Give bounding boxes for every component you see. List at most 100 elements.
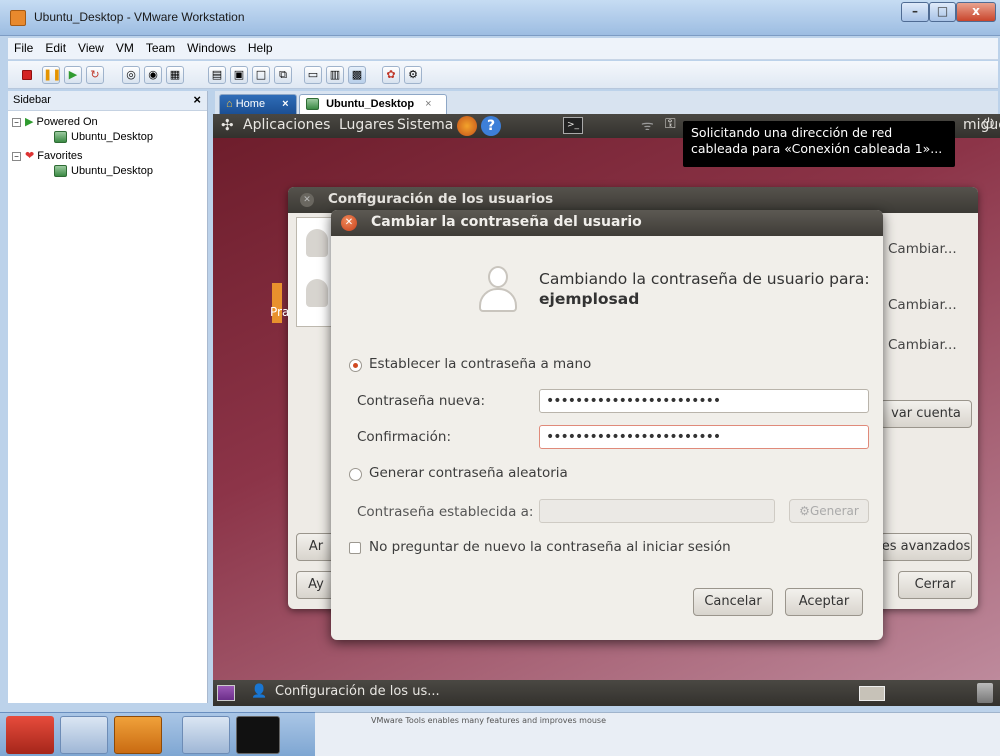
tab-close-icon[interactable]: × (425, 98, 431, 110)
network-icon[interactable]: ᯤ (641, 116, 654, 135)
power-icon[interactable]: ⏻ (983, 116, 994, 132)
dont-ask-checkbox[interactable] (349, 542, 361, 554)
tree-label: Ubuntu_Desktop (71, 165, 153, 177)
firefox-icon[interactable] (457, 116, 477, 136)
radio-random-password[interactable] (349, 468, 362, 481)
tree-powered-on[interactable]: − ▶ Powered On (12, 115, 98, 128)
tab-home[interactable]: ⌂ Home × (219, 94, 297, 114)
set-password-label: Contraseña establecida a: (357, 504, 534, 520)
menu-edit[interactable]: Edit (39, 38, 72, 58)
view-console-icon[interactable]: ▣ (230, 66, 248, 84)
view-fullscreen-icon[interactable]: □ (252, 66, 270, 84)
dialog-title: Cambiar la contraseña del usuario (371, 214, 642, 230)
collapse-icon[interactable]: − (12, 151, 21, 161)
new-password-field[interactable]: •••••••••••••••••••••••• (539, 389, 869, 413)
acrobat-taskbar-icon[interactable] (6, 716, 54, 754)
tab-close-icon[interactable]: × (282, 98, 288, 110)
user-avatar-icon (479, 266, 517, 312)
guest-screen[interactable]: ✣ Aplicaciones Lugares Sistema ? >_ ᯤ ⚿ … (213, 114, 1000, 706)
close-button[interactable]: x (956, 2, 996, 22)
play-icon[interactable]: ▶ (64, 66, 82, 84)
view-sidebar-icon[interactable]: ▤ (208, 66, 226, 84)
cancel-button[interactable]: Cancelar (693, 588, 773, 616)
play-icon: ▶ (25, 116, 34, 128)
vmware-tools-bar: VMware Tools enables many features and i… (315, 712, 1000, 756)
menu-system[interactable]: Sistema (397, 117, 453, 133)
change-link-3[interactable]: Cambiar... (888, 337, 957, 353)
vm-icon (54, 131, 67, 144)
collapse-icon[interactable]: − (12, 117, 21, 127)
view-summary-icon[interactable]: ▭ (304, 66, 322, 84)
radio-manual-password[interactable] (349, 359, 362, 372)
confirm-password-label: Confirmación: (357, 429, 452, 445)
trash-icon[interactable] (977, 683, 993, 703)
window-close-icon[interactable]: ✕ (300, 193, 314, 207)
menu-places[interactable]: Lugares (339, 117, 394, 133)
tooltip-line-2: cableada para «Conexión cableada 1»... (691, 141, 943, 156)
menu-team[interactable]: Team (140, 38, 181, 58)
radio-random-label: Generar contraseña aleatoria (369, 465, 568, 481)
sidebar: Sidebar × − ▶ Powered On Ubuntu_Desktop −… (8, 91, 208, 703)
tree-favorites[interactable]: − ❤ Favorites (12, 149, 83, 162)
tab-ubuntu-desktop[interactable]: Ubuntu_Desktop × (299, 94, 447, 114)
view-unity-icon[interactable]: ⧉ (274, 66, 292, 84)
menu-help[interactable]: Help (242, 38, 279, 58)
control-panel-taskbar-icon[interactable] (182, 716, 230, 754)
word-taskbar-icon[interactable] (60, 716, 108, 754)
help-button[interactable]: Ay (296, 571, 336, 599)
cmd-taskbar-icon[interactable] (236, 716, 280, 754)
close-window-button[interactable]: Cerrar (898, 571, 972, 599)
add-button[interactable]: Ar (296, 533, 336, 561)
sidebar-close-icon[interactable]: × (193, 92, 201, 107)
reset-icon[interactable]: ↻ (86, 66, 104, 84)
taskbar-window-label[interactable]: Configuración de los us... (275, 684, 440, 699)
menu-windows[interactable]: Windows (181, 38, 242, 58)
revert-snapshot-icon[interactable]: ◉ (144, 66, 162, 84)
tree-favorite-vm-item[interactable]: Ubuntu_Desktop (54, 165, 153, 178)
terminal-launcher-icon[interactable]: >_ (563, 117, 583, 134)
snapshot-manager-icon[interactable]: ▦ (166, 66, 184, 84)
vm-tools-icon[interactable]: ⚙ (404, 66, 422, 84)
menu-applications[interactable]: Aplicaciones (243, 117, 330, 133)
tree-vm-item[interactable]: Ubuntu_Desktop (54, 131, 153, 144)
menu-file[interactable]: File (8, 38, 39, 58)
menu-vm[interactable]: VM (110, 38, 140, 58)
help-icon[interactable]: ? (481, 116, 501, 136)
heart-icon: ❤ (25, 150, 35, 162)
window-title: Ubuntu_Desktop - VMware Workstation (34, 10, 245, 24)
view-appliance-icon[interactable]: ▥ (326, 66, 344, 84)
tree-label: Powered On (36, 116, 98, 128)
confirm-password-field[interactable]: •••••••••••••••••••••••• (539, 425, 869, 449)
keyring-icon[interactable]: ⚿ (665, 116, 676, 132)
tab-bar: ⌂ Home × Ubuntu_Desktop × (215, 91, 998, 114)
maximize-button[interactable]: □ (929, 2, 956, 22)
preferences-icon[interactable]: ✿ (382, 66, 400, 84)
advanced-settings-button[interactable]: es avanzados (880, 533, 972, 561)
network-tooltip: Solicitando una dirección de red cablead… (683, 121, 955, 167)
dialog-heading: Cambiando la contraseña de usuario para: (539, 270, 870, 288)
accept-button[interactable]: Aceptar (785, 588, 863, 616)
home-icon: ⌂ (226, 98, 233, 110)
pause-icon[interactable]: ❚❚ (42, 66, 61, 84)
generate-button[interactable]: ⚙Generar (789, 499, 869, 523)
change-link-2[interactable]: Cambiar... (888, 297, 957, 313)
users-icon: 👤 (251, 684, 268, 699)
dialog-close-icon[interactable]: ✕ (341, 215, 357, 231)
change-link-1[interactable]: Cambiar... (888, 241, 957, 257)
tree-label: Favorites (37, 150, 83, 162)
show-desktop-icon[interactable] (217, 685, 235, 701)
snapshot-icon[interactable]: ◎ (122, 66, 140, 84)
activate-account-button[interactable]: var cuenta (880, 400, 972, 428)
radio-manual-label: Establecer la contraseña a mano (369, 356, 592, 372)
power-off-icon[interactable] (22, 70, 32, 80)
view-console-active-icon[interactable]: ▩ (348, 66, 366, 84)
ubuntu-logo-icon: ✣ (221, 116, 234, 134)
vmware-taskbar-icon[interactable] (114, 716, 162, 754)
panel-username[interactable]: miguel (963, 117, 1000, 133)
menu-view[interactable]: View (72, 38, 110, 58)
generated-password-field (539, 499, 775, 523)
workspace-switcher[interactable] (859, 686, 885, 701)
generate-label: Generar (809, 504, 859, 518)
dialog-username: ejemplosad (539, 290, 640, 308)
minimize-button[interactable]: – (901, 2, 929, 22)
